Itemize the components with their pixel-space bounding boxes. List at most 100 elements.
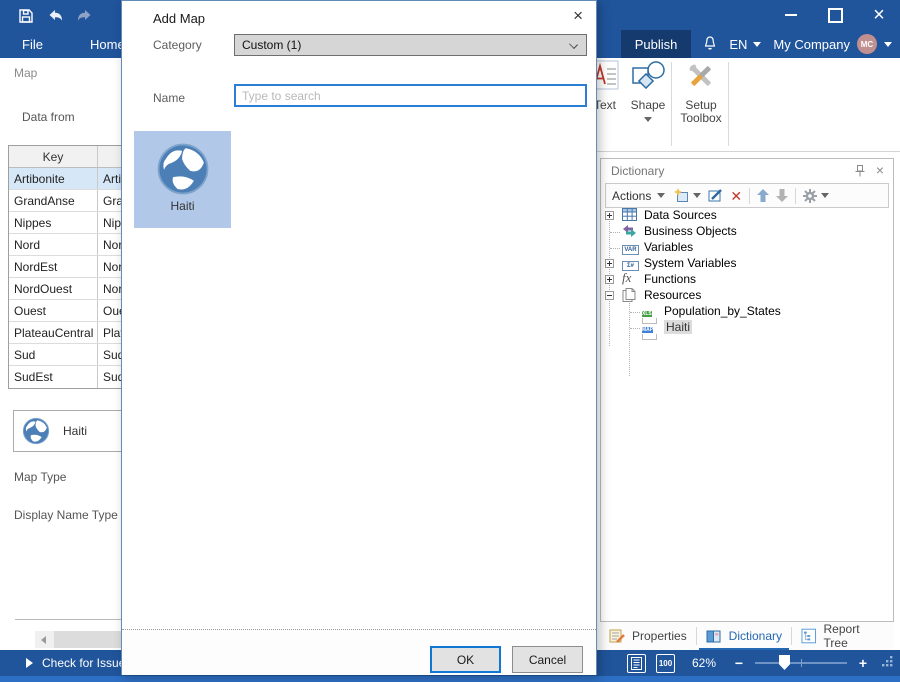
resources-icon <box>622 288 637 303</box>
functions-icon: fx <box>622 270 637 285</box>
name-label: Name <box>153 91 185 105</box>
edit-pencil-icon <box>708 188 723 203</box>
actions-menu-button[interactable]: Actions <box>612 189 667 203</box>
map-tile-haiti[interactable]: Haiti <box>134 131 231 228</box>
dictionary-toolbar: Actions ✕ <box>605 183 889 208</box>
expand-icon[interactable] <box>605 275 614 284</box>
report-tree-icon <box>801 628 817 644</box>
gear-icon <box>803 189 817 203</box>
setup-toolbox-button[interactable]: Setup Toolbox <box>676 60 726 125</box>
dictionary-panel: Dictionary × Actions ✕ <box>600 158 894 622</box>
chevron-down-icon <box>569 40 578 49</box>
resize-grip[interactable] <box>881 655 894 671</box>
bottom-accent-strip <box>0 676 900 682</box>
key-column-header[interactable]: Key <box>9 146 98 167</box>
chevron-down-icon <box>884 42 892 47</box>
check-for-issues-button[interactable]: Check for Issues <box>26 650 131 676</box>
business-objects-icon <box>622 224 637 239</box>
undo-icon[interactable] <box>45 6 65 25</box>
xls-resource-icon: XLS <box>642 304 657 319</box>
map-resource-icon: MAP <box>642 320 657 335</box>
zoom-slider-thumb[interactable] <box>779 655 790 670</box>
tree-item-business-objects[interactable]: Business Objects <box>601 224 893 240</box>
zoom-slider[interactable] <box>755 662 847 664</box>
category-dropdown[interactable]: Custom (1) <box>234 34 587 56</box>
new-item-button[interactable] <box>674 188 701 203</box>
setup-toolbox-icon <box>685 60 717 92</box>
dialog-close-icon[interactable]: × <box>573 6 583 26</box>
tab-report-tree[interactable]: Report Tree <box>792 622 894 650</box>
account-menu[interactable]: My Company MC <box>773 34 892 54</box>
delete-icon[interactable]: ✕ <box>730 189 742 203</box>
page-view-icon[interactable] <box>627 654 646 673</box>
tab-properties[interactable]: Properties <box>600 622 696 650</box>
scroll-left-button[interactable] <box>35 631 52 648</box>
globe-icon <box>21 416 51 446</box>
zoom-controls: 100 62% − + <box>627 650 894 676</box>
publish-button[interactable]: Publish <box>621 30 692 58</box>
dictionary-panel-title: Dictionary <box>611 164 664 178</box>
chevron-down-icon <box>693 193 701 198</box>
ribbon-separator <box>728 62 729 146</box>
tree-item-resources[interactable]: Resources <box>601 288 893 304</box>
play-icon <box>26 658 33 668</box>
new-item-icon <box>674 188 689 203</box>
dialog-title: Add Map <box>153 11 205 26</box>
tree-item-variables[interactable]: VAR Variables <box>601 240 893 256</box>
move-up-button[interactable] <box>757 189 769 202</box>
language-selector[interactable]: EN <box>729 37 761 52</box>
data-sources-icon <box>622 208 637 223</box>
zoom-100-button[interactable]: 100 <box>656 654 675 673</box>
arrow-down-icon <box>776 189 788 202</box>
expand-icon[interactable] <box>605 211 614 220</box>
globe-icon <box>154 140 212 198</box>
arrow-left-icon <box>41 636 46 644</box>
chevron-down-icon <box>821 193 829 198</box>
minimize-button[interactable] <box>776 3 806 27</box>
save-icon[interactable] <box>16 6 36 25</box>
map-properties-panel: Map Data from Key ArtiboniteArtibonite G… <box>0 58 135 650</box>
collapse-icon[interactable] <box>605 291 614 300</box>
toolbar-separator <box>749 188 750 204</box>
tree-item-functions[interactable]: fx Functions <box>601 272 893 288</box>
system-variables-icon: Σ# <box>622 256 637 271</box>
chevron-down-icon <box>753 42 761 47</box>
tab-dictionary[interactable]: Dictionary <box>697 622 791 650</box>
zoom-in-button[interactable]: + <box>857 655 869 671</box>
tree-item-system-variables[interactable]: Σ# System Variables <box>601 256 893 272</box>
display-name-type-label: Display Name Type <box>14 508 118 522</box>
panel-title: Map <box>14 66 37 80</box>
notifications-bell-icon[interactable] <box>703 35 717 54</box>
chevron-down-icon <box>657 193 665 198</box>
edit-button[interactable] <box>708 188 723 203</box>
move-down-button[interactable] <box>776 189 788 202</box>
name-search-input[interactable] <box>234 84 587 107</box>
data-from-label: Data from <box>22 110 75 124</box>
zoom-out-button[interactable]: − <box>733 655 745 671</box>
pin-icon[interactable] <box>855 165 865 180</box>
expand-icon[interactable] <box>605 259 614 268</box>
toolbar-separator <box>795 188 796 204</box>
tree-item-haiti-resource[interactable]: MAP Haiti <box>601 320 893 336</box>
redo-icon[interactable] <box>74 6 94 25</box>
map-tile-label: Haiti <box>134 199 231 213</box>
ribbon-right-controls: Publish EN My Company MC <box>621 30 892 58</box>
slider-tick <box>801 659 802 667</box>
ok-button[interactable]: OK <box>430 646 501 673</box>
settings-button[interactable] <box>803 189 829 203</box>
avatar: MC <box>857 34 877 54</box>
tree-item-data-sources[interactable]: Data Sources <box>601 208 893 224</box>
shape-icon <box>631 60 665 92</box>
cancel-button[interactable]: Cancel <box>512 646 583 673</box>
properties-icon <box>609 628 625 644</box>
shape-tool-button[interactable]: Shape <box>627 60 669 122</box>
dock-tab-bar: Properties Dictionary Report Tree <box>600 622 894 650</box>
tab-file[interactable]: File <box>8 30 57 58</box>
tree-item-population-by-states[interactable]: XLS Population_by_States <box>601 304 893 320</box>
close-panel-icon[interactable]: × <box>876 162 884 178</box>
zoom-level: 62% <box>685 656 723 670</box>
maximize-button[interactable] <box>820 3 850 27</box>
ribbon-separator <box>671 62 672 146</box>
close-window-button[interactable]: × <box>864 3 894 27</box>
category-label: Category <box>153 38 202 52</box>
